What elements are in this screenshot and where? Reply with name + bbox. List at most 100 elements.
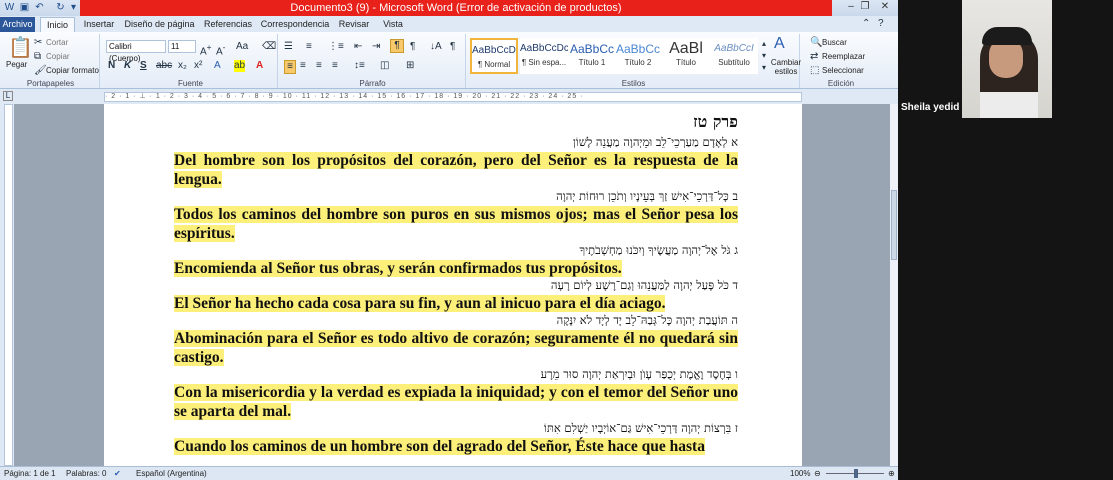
undo-icon[interactable]: ↶ — [33, 1, 46, 14]
hebrew-verse: ה תּוֹעֲבַת יְהוָה כָּל־גְּבַהּ־לֵב יָד … — [556, 313, 738, 327]
spanish-verse: Con la misericordia y la verdad es expia… — [174, 383, 738, 421]
borders-icon[interactable]: ⊞ — [406, 60, 414, 72]
multilevel-list-icon[interactable]: ⋮≡ — [328, 41, 344, 53]
show-marks-icon[interactable]: ¶ — [450, 41, 455, 53]
decrease-indent-icon[interactable]: ⇤ — [354, 41, 362, 53]
font-size-select[interactable]: 11 — [168, 40, 196, 53]
tab-correspondencia[interactable]: Correspondencia — [259, 17, 331, 32]
numbering-icon[interactable]: ≡ — [306, 41, 312, 53]
bold-icon[interactable]: N — [108, 60, 115, 72]
tab-diseno-de-pagina[interactable]: Diseño de página — [122, 17, 197, 32]
tab-revisar[interactable]: Revisar — [335, 17, 373, 32]
select-button[interactable]: Seleccionar — [822, 66, 864, 75]
scroll-thumb[interactable] — [891, 190, 897, 260]
ltr-paragraph-icon[interactable]: ¶ — [410, 41, 415, 53]
cut-button[interactable]: Cortar — [46, 38, 68, 47]
replace-button[interactable]: Reemplazar — [822, 52, 865, 61]
hebrew-verse: ד כֹּל פָּעַל יְהוָה לַמַּעֲנֵהוּ וְגַם־… — [550, 278, 738, 292]
strikethrough-icon[interactable]: abc — [156, 60, 172, 72]
font-color-icon[interactable]: A — [256, 60, 263, 72]
ribbon-collapse-icon[interactable]: ⌃ — [862, 18, 870, 30]
zoom-in-icon[interactable]: ⊕ — [888, 467, 895, 480]
proofing-icon[interactable]: ✔ — [114, 467, 121, 480]
horizontal-ruler[interactable]: · 2 · 1 · ⊥ · 1 · 2 · 3 · 4 · 5 · 6 · 7 … — [104, 92, 802, 102]
group-fuente: Calibri (Cuerpo) 11 A+ A- Aa ⌫ N K S abc… — [104, 34, 278, 88]
style-subtitulo[interactable]: AaBbCcI Subtítulo — [710, 38, 758, 74]
bullets-icon[interactable]: ☰ — [284, 41, 293, 53]
zoom-slider-thumb[interactable] — [854, 469, 858, 478]
vertical-ruler[interactable] — [4, 104, 13, 466]
zoom-level[interactable]: 100% — [790, 467, 810, 480]
sort-icon[interactable]: ↓A — [430, 41, 442, 53]
style-titulo[interactable]: AaBl Título — [662, 38, 710, 74]
hebrew-verse: ב כָּל־דַּרְכֵי־אִישׁ זַךְ בְּעֵינָיו וְ… — [556, 189, 738, 203]
vertical-scrollbar[interactable] — [890, 104, 898, 466]
ruler-area: L · 2 · 1 · ⊥ · 1 · 2 · 3 · 4 · 5 · 6 · … — [0, 90, 898, 104]
style-preview: AaBbCcI — [714, 43, 754, 54]
style-titulo-2[interactable]: AaBbCc Título 2 — [614, 38, 662, 74]
spanish-verse: Todos los caminos del hombre son puros e… — [174, 205, 738, 243]
style-normal[interactable]: AaBbCcDc ¶ Normal — [470, 38, 518, 74]
spanish-verse: Del hombre son los propósitos del corazó… — [174, 151, 738, 189]
tab-inicio[interactable]: Inicio — [40, 17, 75, 32]
superscript-icon[interactable]: x² — [194, 60, 202, 72]
tab-archivo[interactable]: Archivo — [0, 17, 35, 32]
style-preview: AaBbCcDc — [520, 43, 568, 54]
styles-more-icon[interactable]: ▴ ▾ ▾ — [760, 38, 768, 74]
subscript-icon[interactable]: x₂ — [178, 60, 187, 72]
page-count[interactable]: Página: 1 de 1 — [4, 467, 56, 480]
align-center-icon[interactable]: ≡ — [300, 60, 306, 72]
verse-text: El Señor ha hecho cada cosa para su fin,… — [174, 295, 666, 312]
redo-icon[interactable]: ↻ — [54, 1, 67, 14]
line-spacing-icon[interactable]: ↕≡ — [354, 60, 365, 72]
paste-button[interactable]: Pegar — [6, 60, 27, 69]
rtl-paragraph-icon[interactable]: ¶ — [390, 39, 404, 53]
shading-icon[interactable]: ◫ — [380, 60, 389, 72]
paste-icon: 📋 — [8, 37, 33, 59]
clear-format-icon[interactable]: ⌫ — [262, 41, 276, 53]
replace-icon: ⇄ — [810, 51, 819, 62]
align-left-icon[interactable]: ≡ — [284, 60, 296, 74]
tab-insertar[interactable]: Insertar — [80, 17, 118, 32]
shrink-font-icon[interactable]: A- — [216, 41, 225, 58]
participant-shirt — [980, 92, 1038, 118]
justify-icon[interactable]: ≡ — [332, 60, 338, 72]
restore-button[interactable]: ❐ — [856, 0, 874, 14]
language-indicator[interactable]: Español (Argentina) — [136, 467, 207, 480]
document-area: פרק טז א לְאָדָם מַעַרְכֵי־לֵב וּמֵיְהוָ… — [14, 104, 890, 466]
document-page[interactable]: פרק טז א לְאָדָם מַעַרְכֵי־לֵב וּמֵיְהוָ… — [104, 104, 802, 466]
tab-referencias[interactable]: Referencias — [201, 17, 255, 32]
grow-font-icon[interactable]: A+ — [200, 41, 212, 58]
change-styles-button[interactable]: Cambiar estilos — [770, 58, 802, 76]
text-effects-icon[interactable]: A — [214, 60, 221, 72]
word-count[interactable]: Palabras: 0 — [66, 467, 106, 480]
group-label-edicion: Edición — [827, 79, 855, 88]
group-label-estilos: Estilos — [621, 79, 646, 88]
align-right-icon[interactable]: ≡ — [316, 60, 322, 72]
copy-button[interactable]: Copiar — [46, 52, 70, 61]
style-sin-espaciado[interactable]: AaBbCcDc ¶ Sin espa... — [520, 38, 568, 74]
change-styles-icon: A — [774, 35, 785, 52]
tab-vista[interactable]: Vista — [378, 17, 408, 32]
hebrew-verse: ו בְּחֶסֶד וֶאֱמֶת יְכֻפַּר עָוֺן וּבְיִ… — [540, 367, 738, 381]
style-titulo-1[interactable]: AaBbCc Título 1 — [568, 38, 616, 74]
italic-icon[interactable]: K — [124, 60, 131, 72]
highlight-icon[interactable]: ab — [234, 60, 246, 72]
save-icon[interactable]: ▣ — [18, 1, 31, 14]
close-button[interactable]: ✕ — [876, 0, 894, 14]
format-painter-button[interactable]: Copiar formato — [46, 66, 99, 75]
window-title: Documento3 (9) - Microsoft Word (Error d… — [80, 0, 832, 16]
tab-selector-icon[interactable]: L — [3, 91, 13, 101]
font-name-select[interactable]: Calibri (Cuerpo) — [106, 40, 166, 63]
select-icon: ⬚ — [810, 65, 820, 76]
strikeout-icon[interactable]: S — [140, 60, 147, 72]
help-icon[interactable]: ? — [878, 18, 884, 30]
word-logo-icon: W — [4, 2, 15, 13]
increase-indent-icon[interactable]: ⇥ — [372, 41, 380, 53]
change-case-icon[interactable]: Aa — [236, 41, 248, 53]
participant-video[interactable] — [962, 0, 1052, 118]
verse-text: Todos los caminos del hombre son puros e… — [174, 206, 738, 242]
zoom-out-icon[interactable]: ⊖ — [814, 467, 821, 480]
customize-qat-icon[interactable]: ▾ — [67, 1, 80, 14]
find-button[interactable]: Buscar — [822, 38, 847, 47]
